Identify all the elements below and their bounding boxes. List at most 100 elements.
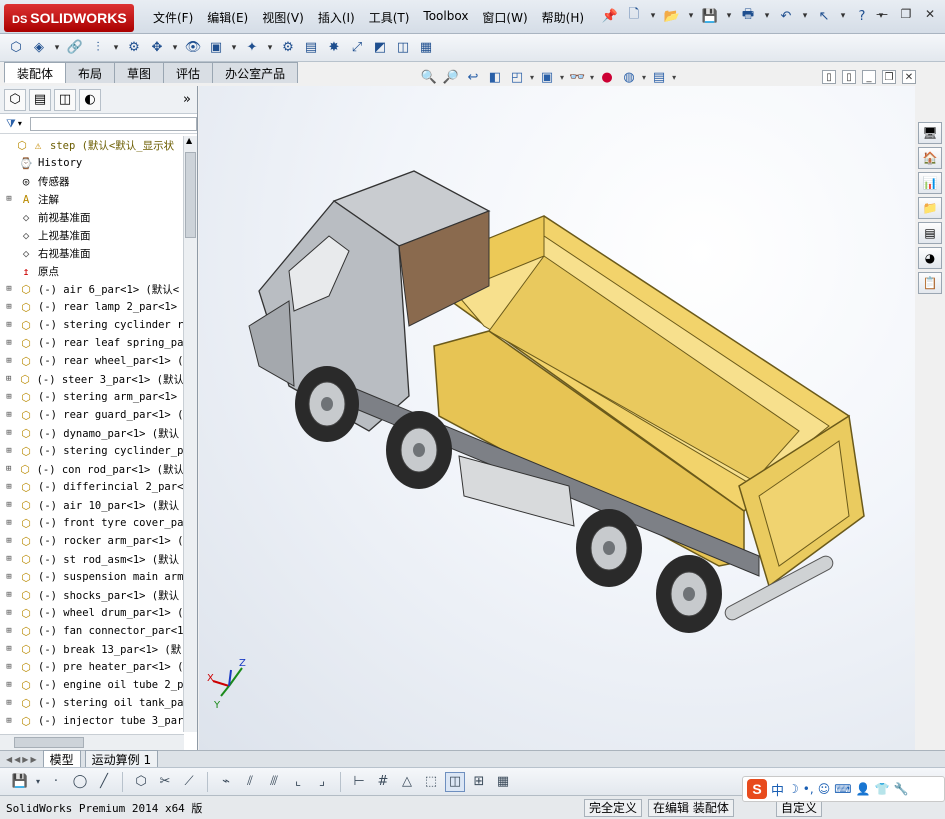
filter-icon[interactable]: ⧩ xyxy=(6,117,16,131)
expand-plus-icon[interactable]: ⊞ xyxy=(4,698,14,708)
solidworks-logo[interactable]: DS SOLIDWORKS xyxy=(4,4,134,32)
appearances-icon[interactable]: ◕ xyxy=(918,247,942,269)
chamfer-icon[interactable]: ⌟ xyxy=(312,772,332,792)
expand-plus-icon[interactable]: ⊞ xyxy=(4,518,14,528)
convert-entities-icon[interactable]: ⌁ xyxy=(216,772,236,792)
tree-item[interactable]: ⊞ ⬡ (-) air 10_par<1> (默认 xyxy=(0,496,184,514)
chevron-down-icon[interactable]: ▾ xyxy=(686,6,696,26)
menu-file[interactable]: 文件(F) xyxy=(146,8,200,27)
save-icon[interactable]: 💾 xyxy=(10,772,30,792)
solidworks-resources-icon[interactable]: 🖥 xyxy=(918,122,942,144)
user-icon[interactable]: 👤 xyxy=(856,782,871,796)
expand-plus-icon[interactable]: ⊞ xyxy=(4,374,13,384)
select-cursor-icon[interactable]: ↖ xyxy=(814,6,834,26)
tree-item[interactable]: ⊞ ⬡ (-) stering cyclinder r xyxy=(0,316,184,334)
expand-plus-icon[interactable]: ⊞ xyxy=(4,644,14,654)
expand-plus-icon[interactable]: ⊞ xyxy=(4,554,14,564)
tree-item[interactable]: ⊞ ⬡ (-) air 6_par<1> (默认< xyxy=(0,280,184,298)
expand-plus-icon[interactable]: ⊞ xyxy=(4,464,13,474)
expand-plus-icon[interactable]: ⊞ xyxy=(4,338,14,348)
insert-component-icon[interactable]: ⬡ xyxy=(6,38,26,58)
tree-item[interactable]: ⊞ ⬡ (-) differincial 2_par< xyxy=(0,478,184,496)
display-manager-tab-icon[interactable]: ◐ xyxy=(79,88,101,111)
tile-right-icon[interactable]: ▯ xyxy=(842,70,856,84)
reference-geometry-icon[interactable]: ✦ xyxy=(242,38,262,58)
chevron-down-icon[interactable]: ▾ xyxy=(530,73,534,82)
tree-item[interactable]: ⊞ ⬡ (-) con rod_par<1> (默认 xyxy=(0,460,184,478)
scroll-thumb[interactable] xyxy=(185,152,196,238)
tree-item[interactable]: ◇ 右视基准面 xyxy=(0,244,184,262)
feature-tree-tab-icon[interactable]: ⬡ xyxy=(4,88,26,111)
menu-tools[interactable]: 工具(T) xyxy=(362,8,417,27)
settings-wrench-icon[interactable]: 🔧 xyxy=(893,782,908,796)
tree-item[interactable]: ⊞ ⬡ (-) dynamo_par<1> (默认 xyxy=(0,424,184,442)
polygon-icon[interactable]: ⬡ xyxy=(131,772,151,792)
expand-plus-icon[interactable]: ⊞ xyxy=(4,356,14,366)
chevron-down-icon[interactable]: ▾ xyxy=(672,73,676,82)
apply-scene-icon[interactable]: ◍ xyxy=(620,68,638,86)
tree-item[interactable]: ⊞ A 注解 xyxy=(0,190,184,208)
expand-plus-icon[interactable]: ⊞ xyxy=(4,536,14,546)
expand-plus-icon[interactable]: ⊞ xyxy=(4,428,14,438)
tree-item[interactable]: ⊞ ⬡ (-) injector tube 3_par xyxy=(0,712,184,730)
tree-item[interactable]: ⊞ ⬡ (-) fan connector_par<1 xyxy=(0,622,184,640)
chevron-down-icon[interactable]: ▾ xyxy=(52,38,62,58)
ime-language[interactable]: 中 xyxy=(771,780,784,799)
tree-item[interactable]: ⊞ ⬡ (-) pre heater_par<1> ( xyxy=(0,658,184,676)
menu-view[interactable]: 视图(V) xyxy=(255,8,311,27)
chevron-down-icon[interactable]: ▾ xyxy=(642,73,646,82)
expand-plus-icon[interactable]: ⊞ xyxy=(4,626,14,636)
tree-item[interactable]: ⊞ ⬡ (-) front tyre cover_pa xyxy=(0,514,184,532)
tab-motion-study-1[interactable]: 运动算例 1 xyxy=(84,749,159,769)
save-icon[interactable]: 💾 xyxy=(700,6,720,26)
emoji-icon[interactable]: ☺ xyxy=(818,782,831,796)
tree-item[interactable]: ◇ 上视基准面 xyxy=(0,226,184,244)
doc-restore-icon[interactable]: ❐ xyxy=(882,70,896,84)
expand-plus-icon[interactable]: ⊞ xyxy=(4,302,14,312)
minimize-icon[interactable]: — xyxy=(873,6,891,22)
help-icon[interactable]: ? xyxy=(852,6,872,26)
expand-plus-icon[interactable]: ⊞ xyxy=(4,590,14,600)
mirror-icon[interactable]: ⫻ xyxy=(264,772,284,792)
tree-item[interactable]: ⊞ ⬡ (-) rear guard_par<1> ( xyxy=(0,406,184,424)
tile-left-icon[interactable]: ▯ xyxy=(822,70,836,84)
expand-plus-icon[interactable]: ⊞ xyxy=(4,572,14,582)
circle-icon[interactable]: ◯ xyxy=(70,772,90,792)
mate-icon[interactable]: 🔗 xyxy=(65,38,85,58)
measure-icon[interactable]: △ xyxy=(397,772,417,792)
tab-layout[interactable]: 布局 xyxy=(65,62,116,83)
configuration-manager-tab-icon[interactable]: ◫ xyxy=(54,88,76,111)
tree-root-assembly[interactable]: ⬡ ⚠ step (默认<默认_显示状 xyxy=(0,136,184,154)
edit-appearance-icon[interactable]: ● xyxy=(598,68,616,86)
doc-close-icon[interactable]: ✕ xyxy=(902,70,916,84)
chevron-down-icon[interactable]: ▾ xyxy=(648,6,658,26)
print-icon[interactable]: 🖶 xyxy=(738,6,758,26)
moon-icon[interactable]: ☽ xyxy=(788,782,799,796)
fillet-icon[interactable]: ⌞ xyxy=(288,772,308,792)
tree-item[interactable]: ◎ 传感器 xyxy=(0,172,184,190)
clearance-verification-icon[interactable]: ◫ xyxy=(393,38,413,58)
property-manager-tab-icon[interactable]: ▤ xyxy=(29,88,51,111)
restore-icon[interactable]: ❐ xyxy=(897,6,915,22)
graphics-area[interactable]: X Z Y xyxy=(199,86,915,750)
menu-window[interactable]: 窗口(W) xyxy=(475,8,534,27)
new-motion-study-icon[interactable]: ⚙ xyxy=(278,38,298,58)
expand-plus-icon[interactable]: ⊞ xyxy=(4,410,14,420)
assembly-features-icon[interactable]: ▣ xyxy=(206,38,226,58)
instant3d-icon[interactable]: ▦ xyxy=(416,38,436,58)
extend-icon[interactable]: ⟋ xyxy=(179,772,199,792)
zoom-to-fit-icon[interactable]: 🔍 xyxy=(420,68,438,86)
chevron-down-icon[interactable]: ▾ xyxy=(34,772,42,792)
view-cube-icon[interactable]: ◫ xyxy=(445,771,465,792)
section-view-icon[interactable]: ◧ xyxy=(486,68,504,86)
tab-assembly[interactable]: 装配体 xyxy=(4,62,67,83)
smart-dimension-icon[interactable]: ⊢ xyxy=(349,772,369,792)
point-icon[interactable]: · xyxy=(46,772,66,792)
chevron-down-icon[interactable]: ▾ xyxy=(560,73,564,82)
zoom-to-area-icon[interactable]: 🔎 xyxy=(442,68,460,86)
chevron-down-icon[interactable]: ▾ xyxy=(18,119,22,128)
tree-item[interactable]: ⊞ ⬡ (-) rear wheel_par<1> ( xyxy=(0,352,184,370)
expand-plus-icon[interactable]: ⊞ xyxy=(4,284,14,294)
offset-icon[interactable]: ⫽ xyxy=(240,772,260,792)
tree-item[interactable]: ⊞ ⬡ (-) engine oil tube 2_p xyxy=(0,676,184,694)
